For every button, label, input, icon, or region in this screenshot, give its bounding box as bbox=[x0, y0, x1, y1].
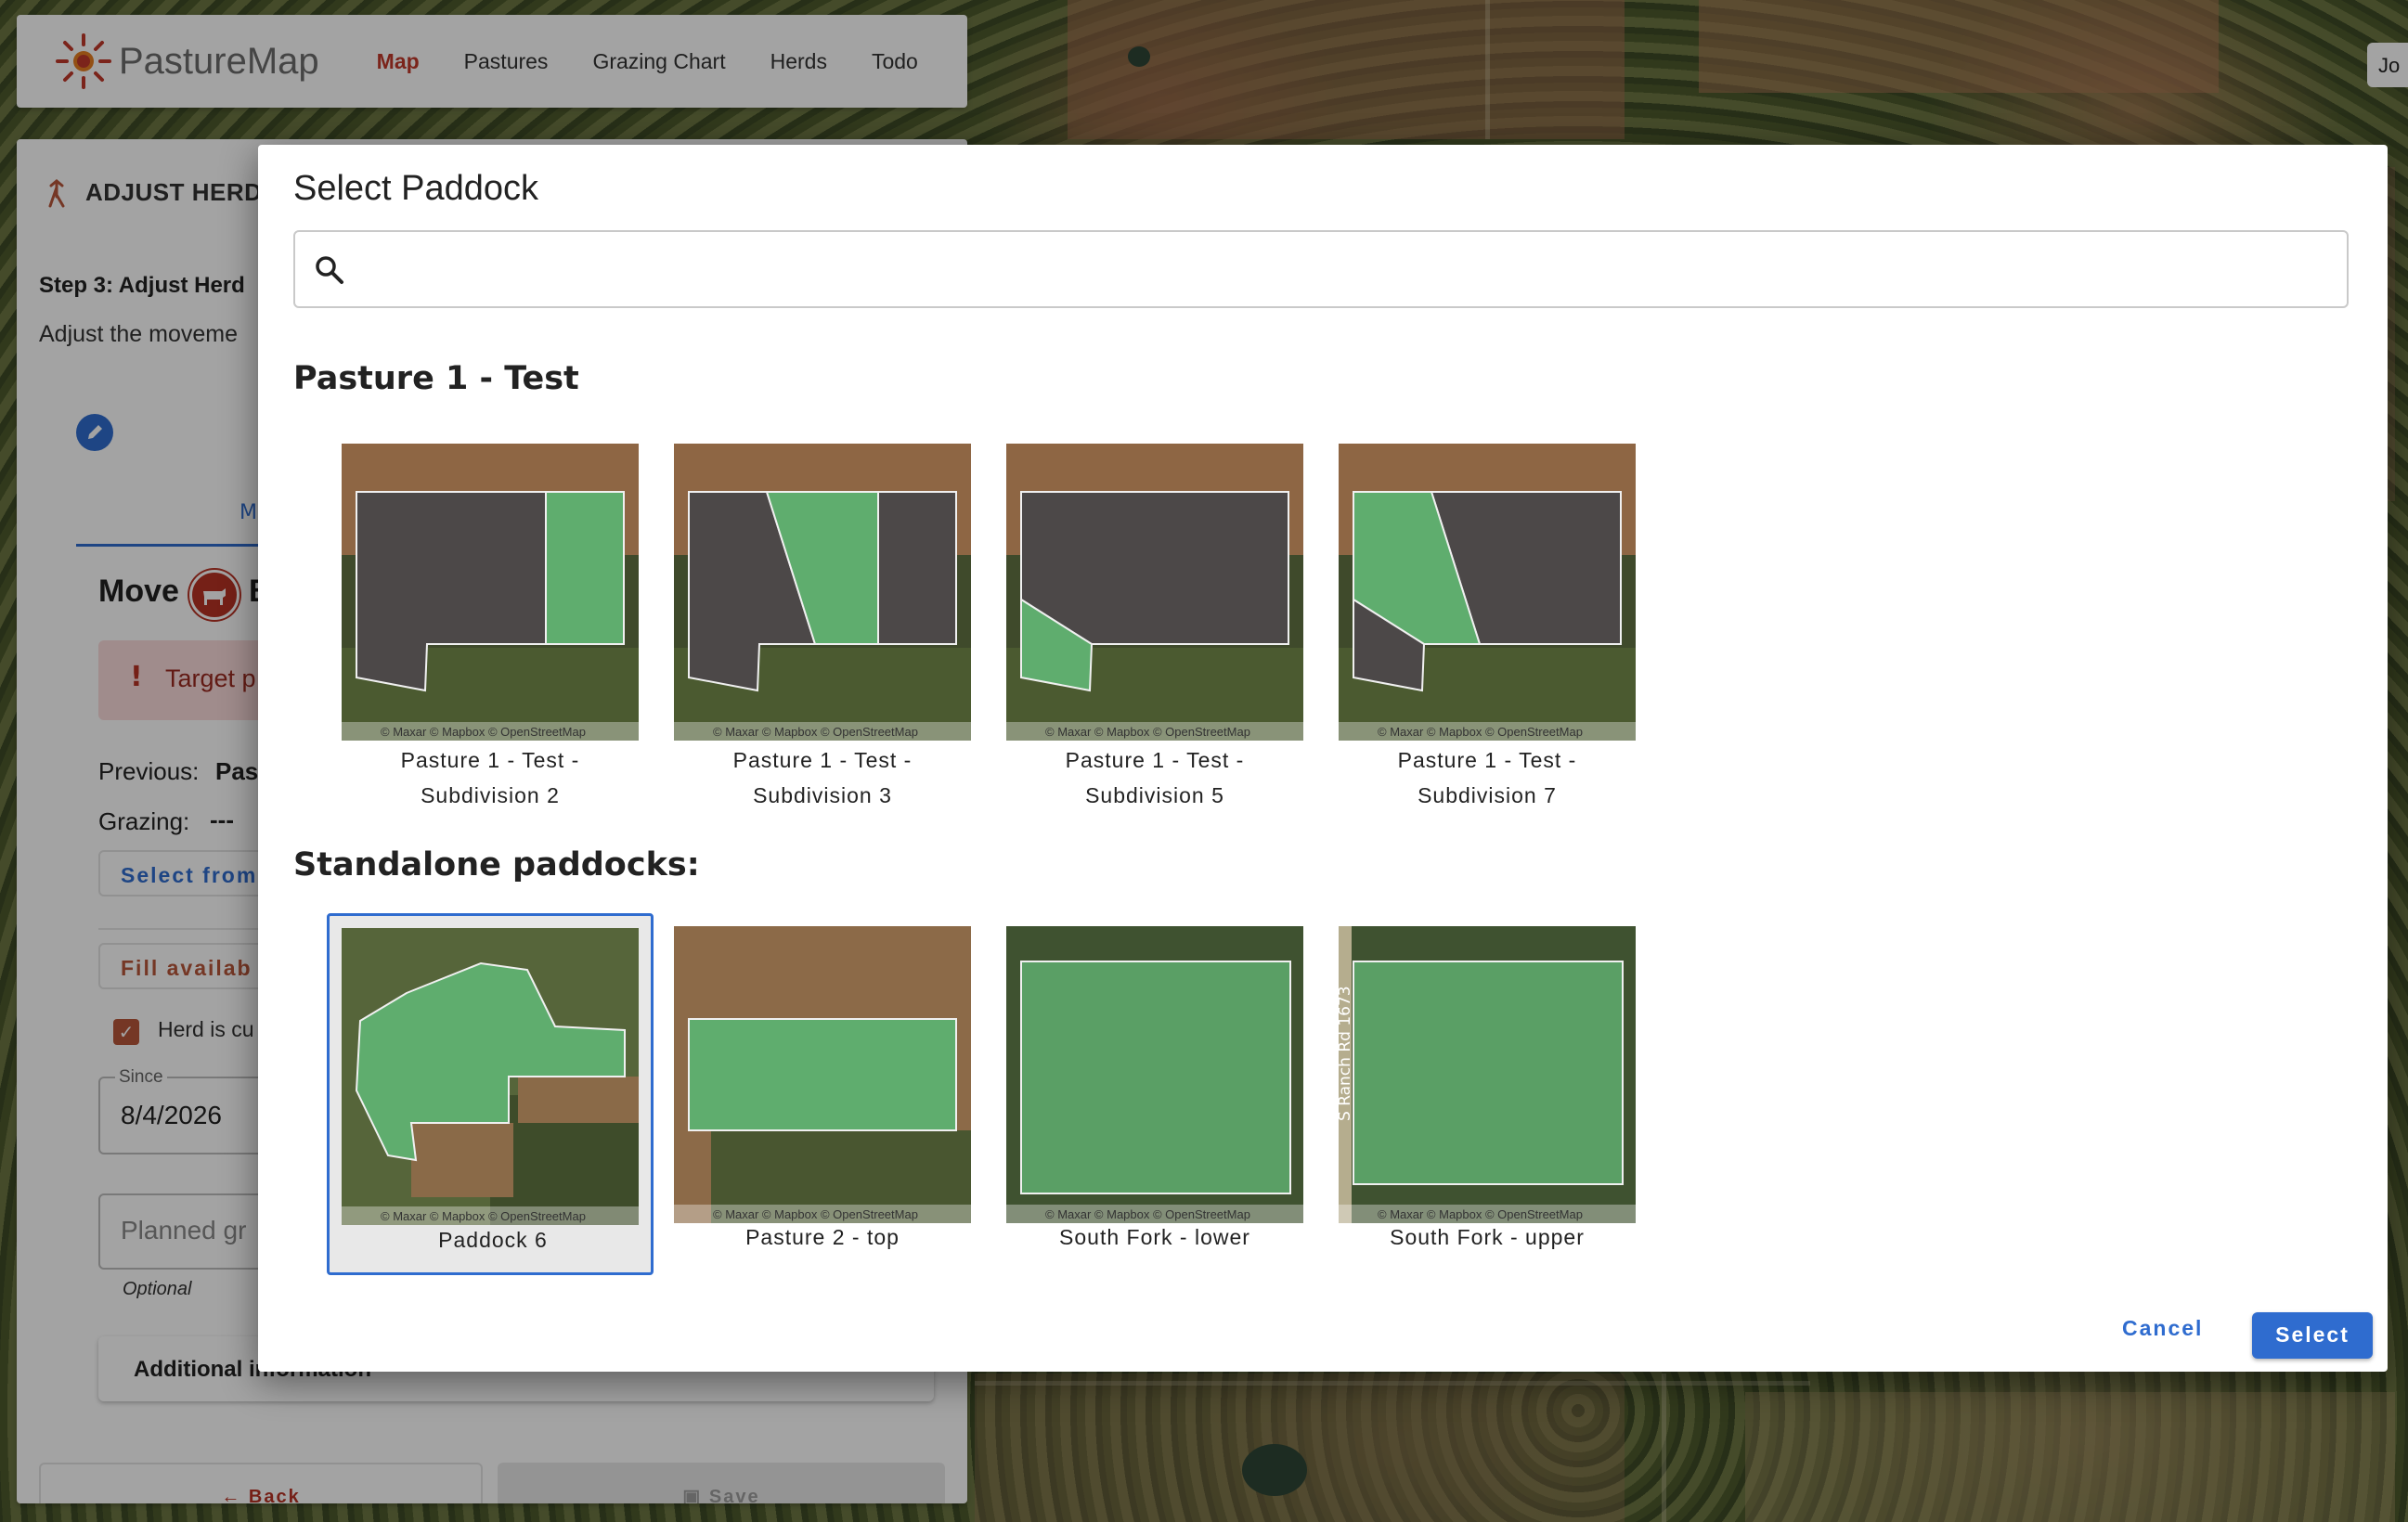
svg-text:© Maxar © Mapbox © OpenStreetM: © Maxar © Mapbox © OpenStreetMap bbox=[713, 725, 918, 739]
paddock-tile-subdivision-5[interactable]: © Maxar © Mapbox © OpenStreetMap Pasture… bbox=[1006, 444, 1303, 815]
select-paddock-dialog: Select Paddock Pasture 1 - Test © Maxar … bbox=[258, 145, 2388, 1372]
cancel-button[interactable]: Cancel bbox=[2122, 1316, 2203, 1341]
tile-label-line-2: Subdivision 5 bbox=[1085, 783, 1224, 807]
paddock-tile-subdivision-2[interactable]: © Maxar © Mapbox © OpenStreetMap Pasture… bbox=[342, 444, 639, 815]
paddock-thumbnail: © Maxar © Mapbox © OpenStreetMap bbox=[1006, 926, 1303, 1223]
paddock-tile-pasture-2-top[interactable]: © Maxar © Mapbox © OpenStreetMap Pasture… bbox=[674, 926, 971, 1279]
paddock-tile-south-fork-lower[interactable]: © Maxar © Mapbox © OpenStreetMap South F… bbox=[1006, 926, 1303, 1279]
tile-label: Paddock 6 bbox=[438, 1228, 548, 1252]
tile-label: South Fork - upper bbox=[1390, 1225, 1585, 1249]
section-title-standalone: Standalone paddocks: bbox=[293, 846, 700, 884]
paddock-tile-subdivision-3[interactable]: © Maxar © Mapbox © OpenStreetMap Pasture… bbox=[674, 444, 971, 815]
paddock-thumbnail: © Maxar © Mapbox © OpenStreetMap bbox=[1006, 444, 1303, 741]
svg-text:© Maxar © Mapbox © OpenStreetM: © Maxar © Mapbox © OpenStreetMap bbox=[381, 1209, 586, 1223]
paddock-thumbnail: S Ranch Rd 1673 © Maxar © Mapbox © OpenS… bbox=[1339, 926, 1636, 1223]
tile-label-line-2: Subdivision 3 bbox=[753, 783, 892, 807]
svg-text:© Maxar © Mapbox © OpenStreetM: © Maxar © Mapbox © OpenStreetMap bbox=[1378, 725, 1583, 739]
tile-label-line-1: Pasture 1 - Test - bbox=[1065, 748, 1245, 772]
tile-label: South Fork - lower bbox=[1059, 1225, 1250, 1249]
paddock-tile-subdivision-7[interactable]: © Maxar © Mapbox © OpenStreetMap Pasture… bbox=[1339, 444, 1636, 815]
tile-label-line-1: Pasture 1 - Test - bbox=[1397, 748, 1577, 772]
svg-text:© Maxar © Mapbox © OpenStreetM: © Maxar © Mapbox © OpenStreetMap bbox=[1045, 725, 1250, 739]
tile-label-line-1: Pasture 1 - Test - bbox=[400, 748, 580, 772]
paddock-thumbnail: © Maxar © Mapbox © OpenStreetMap bbox=[342, 928, 639, 1225]
paddock-thumbnail: © Maxar © Mapbox © OpenStreetMap bbox=[674, 926, 971, 1223]
svg-text:© Maxar © Mapbox © OpenStreetM: © Maxar © Mapbox © OpenStreetMap bbox=[381, 725, 586, 739]
search-input[interactable] bbox=[366, 245, 2315, 293]
dialog-title: Select Paddock bbox=[293, 169, 539, 208]
section-title-pasture-1: Pasture 1 - Test bbox=[293, 360, 579, 397]
select-button[interactable]: Select bbox=[2252, 1312, 2373, 1359]
paddock-thumbnail: © Maxar © Mapbox © OpenStreetMap bbox=[342, 444, 639, 741]
tile-label-line-1: Pasture 1 - Test - bbox=[732, 748, 913, 772]
tile-label-line-2: Subdivision 7 bbox=[1418, 783, 1557, 807]
paddock-tile-south-fork-upper[interactable]: S Ranch Rd 1673 © Maxar © Mapbox © OpenS… bbox=[1339, 926, 1636, 1279]
tile-label-line-2: Subdivision 2 bbox=[421, 783, 560, 807]
paddock-thumbnail: © Maxar © Mapbox © OpenStreetMap bbox=[1339, 444, 1636, 741]
tile-label: Pasture 2 - top bbox=[745, 1225, 900, 1249]
search-box[interactable] bbox=[293, 230, 2349, 308]
paddock-tile-paddock-6[interactable]: © Maxar © Mapbox © OpenStreetMap Paddock… bbox=[327, 913, 654, 1275]
search-icon bbox=[316, 256, 343, 284]
road-label: S Ranch Rd 1673 bbox=[1339, 986, 1354, 1121]
paddock-thumbnail: © Maxar © Mapbox © OpenStreetMap bbox=[674, 444, 971, 741]
